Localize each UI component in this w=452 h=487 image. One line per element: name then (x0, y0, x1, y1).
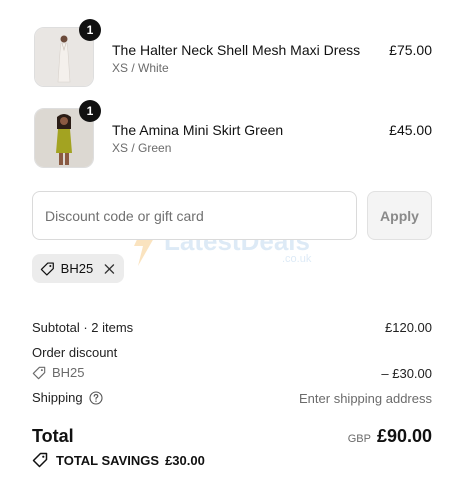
discount-code-input[interactable] (32, 191, 357, 240)
discount-code-label: BH25 (52, 365, 85, 380)
subtotal-value: £120.00 (385, 320, 432, 335)
quantity-badge: 1 (79, 19, 101, 41)
product-name: The Amina Mini Skirt Green (112, 122, 284, 138)
product-variant: XS / Green (112, 141, 172, 155)
total-row: GBP £90.00 (348, 426, 432, 447)
product-thumbnail: 1 (34, 100, 101, 168)
product-price: £75.00 (389, 42, 432, 58)
currency-code: GBP (347, 433, 371, 445)
shipping-value: Enter shipping address (299, 391, 432, 406)
tag-icon (40, 261, 54, 276)
applied-code-label: BH25 (60, 261, 94, 276)
product-variant: XS / White (112, 61, 169, 75)
total-value: £90.00 (376, 426, 432, 446)
discount-code-row: BH25 (32, 365, 85, 380)
order-discount-label: Order discount (32, 345, 118, 360)
savings-label: TOTAL SAVINGS (56, 452, 160, 468)
shipping-label: Shipping (32, 390, 83, 405)
apply-button[interactable]: Apply (367, 191, 432, 240)
product-thumbnail: 1 (34, 19, 101, 87)
tag-icon (32, 452, 48, 468)
product-price: £45.00 (389, 122, 432, 138)
product-name: The Halter Neck Shell Mesh Maxi Dress (112, 42, 361, 58)
quantity-badge: 1 (79, 100, 101, 122)
subtotal-label: Subtotal · 2 items (32, 320, 134, 335)
shipping-row: Shipping (32, 390, 103, 405)
close-icon[interactable] (103, 262, 116, 276)
total-savings-row: TOTAL SAVINGS £30.00 (32, 452, 205, 468)
savings-value: £30.00 (165, 452, 205, 468)
help-circle-icon[interactable] (89, 390, 103, 405)
watermark-domain: .co.uk (282, 253, 312, 265)
total-label: Total (32, 426, 74, 446)
discount-value: – £30.00 (381, 366, 432, 381)
tag-icon (32, 366, 46, 379)
applied-discount-chip: BH25 (32, 254, 124, 283)
